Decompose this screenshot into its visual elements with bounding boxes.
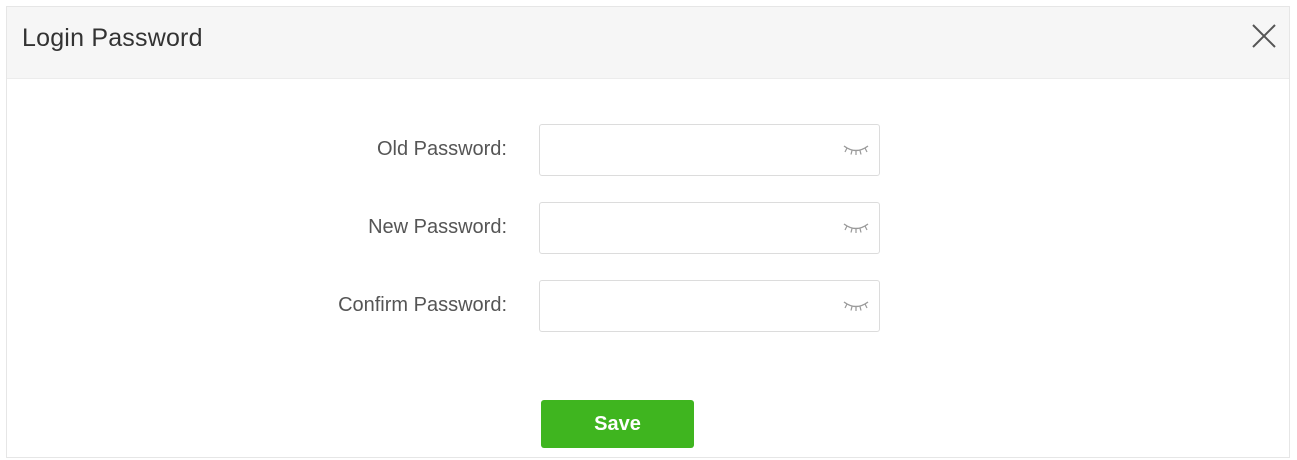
dialog-header: Login Password xyxy=(7,7,1289,79)
eye-closed-icon[interactable] xyxy=(841,296,871,316)
new-password-row: New Password: xyxy=(7,202,1289,254)
close-button[interactable] xyxy=(1249,21,1279,51)
eye-closed-icon[interactable] xyxy=(841,140,871,160)
eye-closed-icon[interactable] xyxy=(841,218,871,238)
confirm-password-label: Confirm Password: xyxy=(338,294,507,316)
old-password-field-box xyxy=(539,124,880,176)
confirm-password-row: Confirm Password: xyxy=(7,280,1289,332)
dialog-title: Login Password xyxy=(22,24,203,52)
confirm-password-input[interactable] xyxy=(540,281,830,331)
close-icon xyxy=(1252,24,1276,48)
login-password-dialog: Login Password Old Password: New Passwor… xyxy=(6,6,1290,458)
old-password-row: Old Password: xyxy=(7,124,1289,176)
new-password-field-box xyxy=(539,202,880,254)
old-password-input[interactable] xyxy=(540,125,830,175)
save-button[interactable]: Save xyxy=(541,400,694,448)
new-password-label: New Password: xyxy=(368,216,507,238)
new-password-input[interactable] xyxy=(540,203,830,253)
old-password-label: Old Password: xyxy=(376,138,507,160)
confirm-password-field-box xyxy=(539,280,880,332)
